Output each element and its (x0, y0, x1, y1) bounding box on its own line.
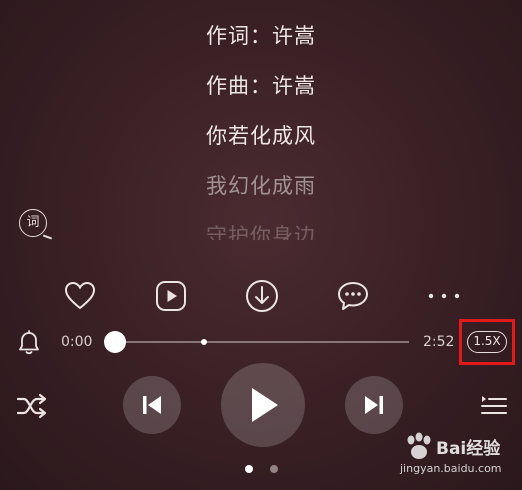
progress-marker (201, 339, 207, 345)
download-icon (246, 280, 278, 312)
play-button[interactable] (221, 363, 305, 447)
heart-icon (64, 281, 96, 310)
progress-row: 0:00 2:52 (0, 324, 522, 362)
lyric-line: 作词：许嵩 (206, 24, 316, 48)
baidu-paw-logo (407, 432, 431, 459)
current-time: 0:00 (61, 334, 93, 350)
more-button[interactable] (424, 276, 464, 316)
next-icon (365, 396, 383, 414)
comment-icon (338, 282, 368, 310)
video-play-icon (156, 281, 186, 311)
download-button[interactable] (242, 276, 282, 316)
shuffle-icon[interactable] (16, 392, 48, 420)
total-time: 2:52 (423, 334, 455, 350)
play-icon (252, 388, 278, 422)
watermark: Bai经验 jingyan.baidu.com (400, 432, 518, 484)
lyrics-toggle-button[interactable]: 词 (19, 209, 53, 240)
playback-speed-button[interactable]: 1.5X (467, 331, 507, 353)
progress-track[interactable] (116, 341, 409, 343)
next-button[interactable] (345, 376, 403, 434)
lyric-line-current: 你若化成风 (206, 124, 316, 148)
page-dot-active[interactable] (245, 465, 253, 473)
progress-knob[interactable] (104, 331, 126, 353)
comment-button[interactable] (333, 276, 373, 316)
more-icon (428, 293, 460, 299)
previous-icon (143, 396, 161, 414)
lyrics-toggle-label: 词 (26, 215, 40, 230)
lyric-line: 守护你身边 (206, 224, 316, 240)
bell-icon[interactable] (17, 330, 41, 356)
page-dot[interactable] (270, 465, 278, 473)
lyric-line: 我幻化成雨 (206, 174, 316, 198)
like-button[interactable] (60, 276, 100, 316)
action-bar (0, 276, 522, 316)
watermark-url: jingyan.baidu.com (400, 462, 502, 475)
playlist-icon[interactable] (480, 393, 508, 419)
previous-button[interactable] (123, 376, 181, 434)
watermark-brand: Bai经验 (436, 439, 501, 459)
speed-highlight: 1.5X (459, 319, 515, 365)
video-button[interactable] (151, 276, 191, 316)
lyric-line: 作曲：许嵩 (206, 74, 316, 98)
lyrics-panel: 作词：许嵩 作曲：许嵩 你若化成风 我幻化成雨 守护你身边 词 (0, 0, 522, 250)
